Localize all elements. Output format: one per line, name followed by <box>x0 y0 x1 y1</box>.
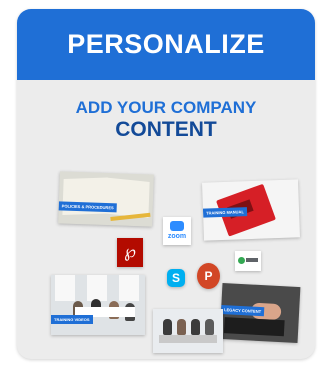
powerpoint-icon: P <box>197 263 220 289</box>
personalize-card[interactable]: PERSONALIZE ADD YOUR COMPANY CONTENT POL… <box>17 9 315 359</box>
legacy-content-image: LEGACY CONTENT <box>219 282 301 344</box>
card-title: PERSONALIZE <box>67 29 265 59</box>
legacy-tag: LEGACY CONTENT <box>220 304 265 317</box>
green-app-logo-icon <box>235 251 261 271</box>
policies-procedures-image: POLICIES & PROCEDURES <box>58 171 154 227</box>
acrobat-pdf-icon: ℘ <box>117 238 143 267</box>
group-meeting-image <box>153 309 223 353</box>
skype-icon: S <box>167 269 185 287</box>
training-manual-image: TRAINING MANUAL <box>202 179 300 241</box>
manual-tag: TRAINING MANUAL <box>202 207 247 218</box>
content-collage: POLICIES & PROCEDURES TRAINING MANUAL zo… <box>17 159 315 359</box>
zoom-logo-icon: zoom <box>163 217 191 245</box>
card-subtitle-line1: ADD YOUR COMPANY <box>75 98 257 117</box>
card-subtitle-line2: CONTENT <box>115 118 217 141</box>
zoom-label: zoom <box>167 233 187 240</box>
training-videos-image: TRAINING VIDEOS <box>51 275 145 335</box>
card-header: PERSONALIZE <box>17 9 315 80</box>
videos-tag: TRAINING VIDEOS <box>51 315 93 324</box>
